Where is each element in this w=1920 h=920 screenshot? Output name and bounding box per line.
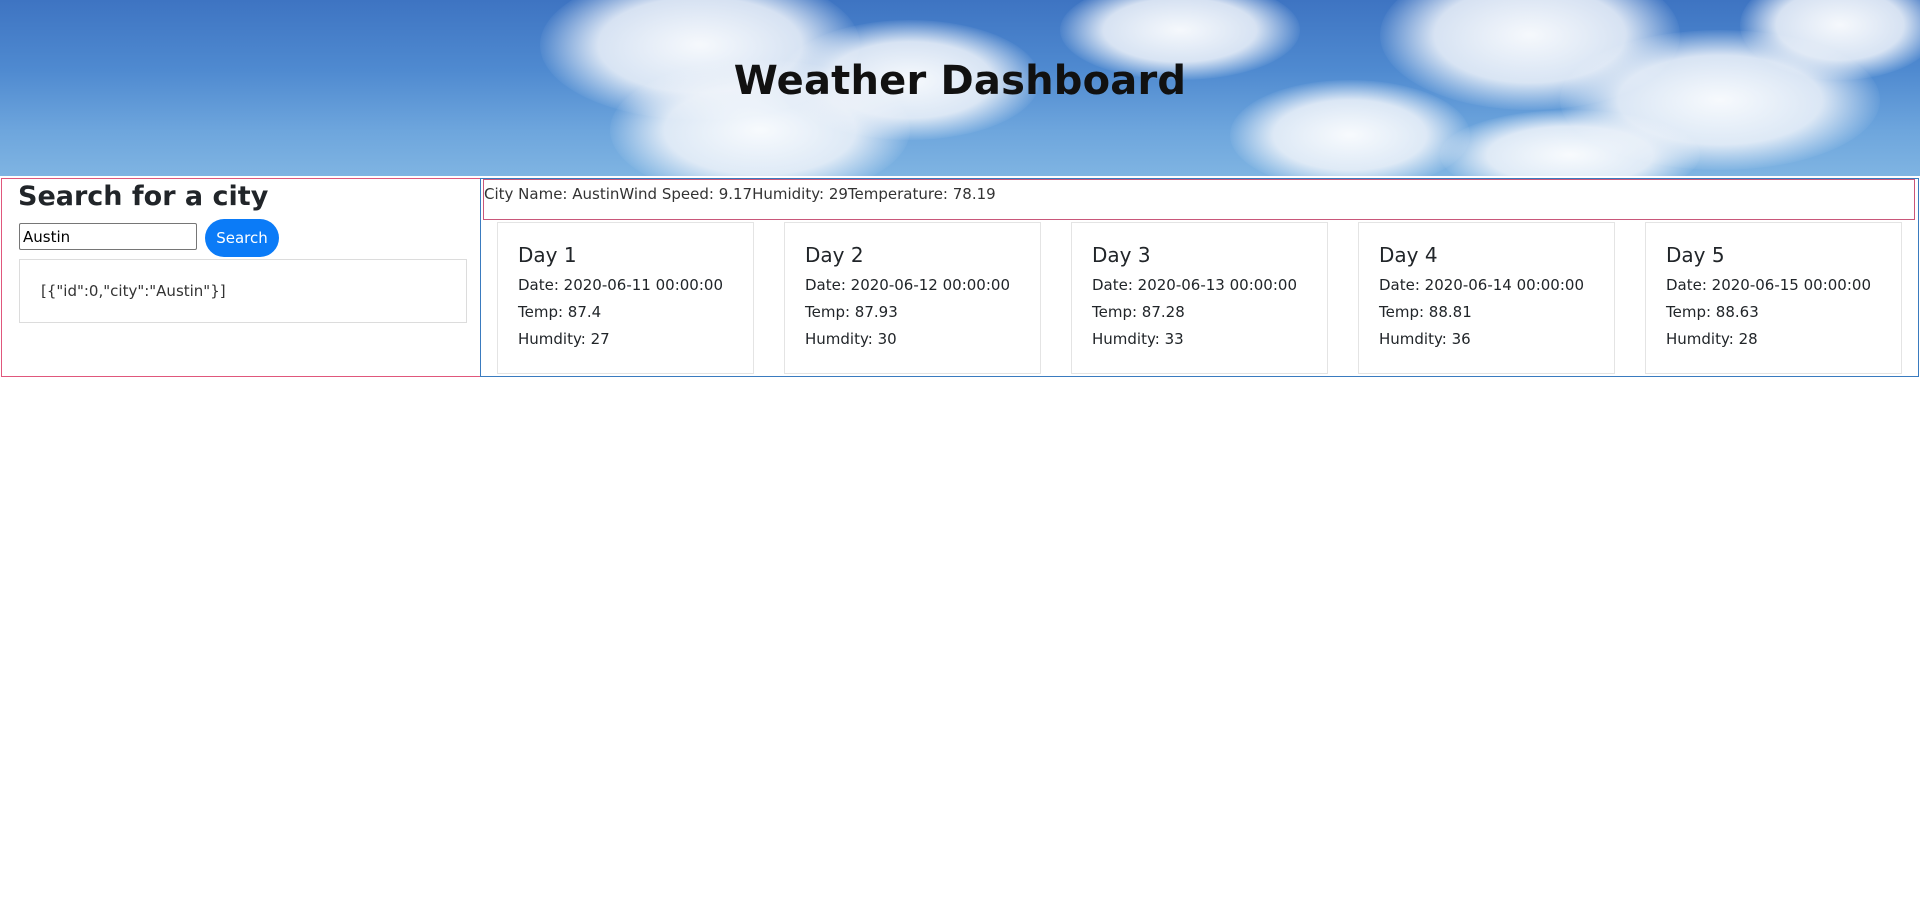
forecast-temp: Temp: 88.81 bbox=[1379, 303, 1472, 321]
forecast-temp: Temp: 87.93 bbox=[805, 303, 898, 321]
forecast-temp: Temp: 88.63 bbox=[1666, 303, 1759, 321]
city-search-input[interactable] bbox=[19, 223, 197, 250]
search-button[interactable]: Search bbox=[205, 219, 279, 257]
weather-panel: City Name: AustinWind Speed: 9.17Humidit… bbox=[480, 178, 1919, 377]
forecast-date: Date: 2020-06-15 00:00:00 bbox=[1666, 276, 1871, 294]
search-panel-title: Search for a city bbox=[18, 181, 269, 212]
forecast-humidity: Humdity: 33 bbox=[1092, 330, 1184, 348]
search-history-item[interactable]: [{"id":0,"city":"Austin"}] bbox=[41, 282, 226, 300]
forecast-date: Date: 2020-06-14 00:00:00 bbox=[1379, 276, 1584, 294]
forecast-card: Day 1 Date: 2020-06-11 00:00:00 Temp: 87… bbox=[497, 222, 754, 374]
forecast-date: Date: 2020-06-13 00:00:00 bbox=[1092, 276, 1297, 294]
forecast-card: Day 2 Date: 2020-06-12 00:00:00 Temp: 87… bbox=[784, 222, 1041, 374]
forecast-day-title: Day 5 bbox=[1666, 243, 1725, 267]
forecast-temp: Temp: 87.4 bbox=[518, 303, 602, 321]
current-weather-box: City Name: AustinWind Speed: 9.17Humidit… bbox=[483, 179, 1915, 220]
search-panel: Search for a city Search [{"id":0,"city"… bbox=[1, 178, 481, 377]
forecast-card: Day 4 Date: 2020-06-14 00:00:00 Temp: 88… bbox=[1358, 222, 1615, 374]
forecast-humidity: Humdity: 30 bbox=[805, 330, 897, 348]
search-history-box: [{"id":0,"city":"Austin"}] bbox=[19, 259, 467, 323]
forecast-day-title: Day 2 bbox=[805, 243, 864, 267]
page-title: Weather Dashboard bbox=[733, 58, 1187, 104]
current-weather-text: City Name: AustinWind Speed: 9.17Humidit… bbox=[484, 185, 996, 203]
forecast-date: Date: 2020-06-11 00:00:00 bbox=[518, 276, 723, 294]
forecast-temp: Temp: 87.28 bbox=[1092, 303, 1185, 321]
forecast-humidity: Humdity: 28 bbox=[1666, 330, 1758, 348]
forecast-card: Day 5 Date: 2020-06-15 00:00:00 Temp: 88… bbox=[1645, 222, 1902, 374]
forecast-humidity: Humdity: 27 bbox=[518, 330, 610, 348]
forecast-card: Day 3 Date: 2020-06-13 00:00:00 Temp: 87… bbox=[1071, 222, 1328, 374]
forecast-day-title: Day 3 bbox=[1092, 243, 1151, 267]
forecast-humidity: Humdity: 36 bbox=[1379, 330, 1471, 348]
forecast-day-title: Day 1 bbox=[518, 243, 577, 267]
forecast-day-title: Day 4 bbox=[1379, 243, 1438, 267]
forecast-date: Date: 2020-06-12 00:00:00 bbox=[805, 276, 1010, 294]
hero-banner: Weather Dashboard bbox=[0, 0, 1920, 176]
